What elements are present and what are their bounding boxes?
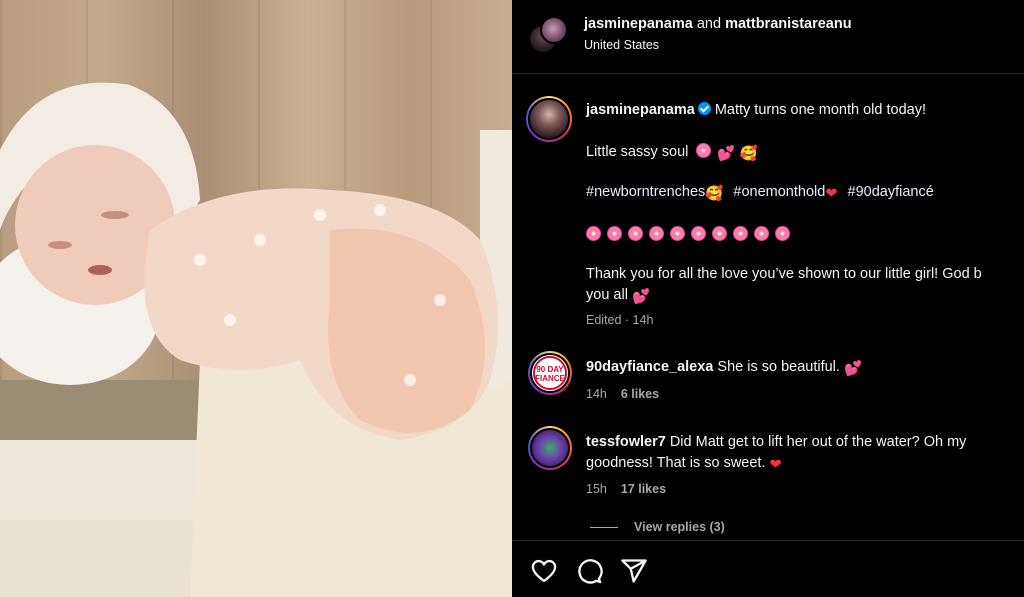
flower-emoji-icon — [712, 226, 727, 241]
and-text: and — [696, 16, 722, 32]
red-heart-emoji-icon: ❤ — [769, 457, 782, 473]
comment-text: Did Matt get to lift her out of the wate… — [669, 434, 967, 450]
view-replies-label: View replies (3) — [634, 520, 725, 534]
flower-emoji-icon — [754, 226, 769, 241]
username-link[interactable]: mattbranistareanu — [725, 16, 852, 32]
comment-avatar[interactable] — [528, 426, 572, 470]
post-image[interactable] — [0, 0, 512, 597]
comment: tessfowler7 Did Matt get to lift her out… — [586, 432, 966, 452]
avatar-logo: 90 DAY FIANCE — [533, 356, 567, 390]
sparkling-heart-emoji-icon: 💕 — [631, 289, 651, 305]
flower-emoji-icon — [607, 226, 622, 241]
comment-text-continued: goodness! That is so sweet. ❤ — [586, 453, 782, 475]
flower-emoji-icon — [670, 226, 685, 241]
avatar — [540, 16, 568, 44]
caption-line: you all 💕 — [586, 285, 650, 307]
flower-emoji-icon — [696, 143, 712, 158]
flower-emoji-icon — [775, 226, 790, 241]
comment-username[interactable]: tessfowler7 — [586, 434, 666, 450]
send-icon[interactable] — [620, 557, 648, 585]
caption-username[interactable]: jasminepanama — [586, 102, 695, 118]
smiling-face-hearts-emoji-icon: 🥰 — [705, 186, 724, 202]
flower-emoji-icon — [628, 226, 643, 241]
caption-text: Little sassy soul — [586, 144, 689, 160]
comment-username[interactable]: 90dayfiance_alexa — [586, 359, 713, 375]
heart-icon[interactable] — [530, 557, 558, 585]
location-link[interactable]: United States — [584, 38, 659, 52]
action-bar — [512, 540, 1024, 597]
view-replies-button[interactable]: View replies (3) — [590, 520, 725, 534]
comment-time: 14h — [586, 387, 607, 401]
caption-edited-time: Edited · 14h — [586, 313, 654, 327]
collab-avatars[interactable] — [528, 16, 568, 56]
comment-meta: 15h 17 likes — [586, 482, 666, 496]
flower-emoji-icon — [649, 226, 664, 241]
flower-emoji-row — [586, 225, 796, 245]
divider-line — [590, 526, 618, 528]
caption-hashtags: #newborntrenches🥰 #onemonthold❤ #90dayfi… — [586, 182, 934, 204]
caption-line: Thank you for all the love you’ve shown … — [586, 266, 982, 282]
smiling-face-hearts-emoji-icon: 🥰 — [739, 146, 758, 162]
comment-icon[interactable] — [575, 557, 603, 585]
hashtag-link[interactable]: #onemonthold — [733, 184, 825, 200]
flower-emoji-icon — [691, 226, 706, 241]
hashtag-link[interactable]: #90dayfiancé — [848, 184, 934, 200]
caption-text: Matty turns one month old today! — [714, 102, 926, 118]
collab-usernames: jasminepanama and mattbranistareanu — [584, 16, 852, 32]
comment-text: goodness! That is so sweet. — [586, 455, 766, 471]
caption-line: Little sassy soul 💕 🥰 — [586, 142, 758, 164]
comment: 90dayfiance_alexa She is so beautiful. 💕 — [586, 357, 862, 379]
newborn-photo-illustration — [0, 82, 512, 597]
caption-first-line: jasminepanama Matty turns one month old t… — [586, 100, 926, 120]
post-details-panel: jasminepanama and mattbranistareanu Unit… — [512, 0, 1024, 597]
caption-text: you all — [586, 287, 628, 303]
verified-badge-icon — [697, 102, 711, 115]
comment-avatar[interactable]: 90 DAY FIANCE — [528, 351, 572, 395]
sparkling-heart-emoji-icon: 💕 — [843, 361, 863, 377]
sparkling-heart-emoji-icon: 💕 — [717, 146, 736, 162]
red-heart-emoji-icon: ❤ — [825, 186, 838, 202]
comment-meta: 14h 6 likes — [586, 387, 659, 401]
flower-emoji-icon — [733, 226, 748, 241]
comment-time: 15h — [586, 482, 607, 496]
comment-text: She is so beautiful. — [717, 359, 840, 375]
comment-likes[interactable]: 6 likes — [621, 387, 659, 401]
comment-likes[interactable]: 17 likes — [621, 482, 666, 496]
username-link[interactable]: jasminepanama — [584, 16, 693, 32]
flower-emoji-icon — [586, 226, 601, 241]
post-header: jasminepanama and mattbranistareanu Unit… — [512, 0, 1024, 74]
hashtag-link[interactable]: #newborntrenches — [586, 184, 705, 200]
caption-avatar[interactable] — [526, 96, 572, 142]
